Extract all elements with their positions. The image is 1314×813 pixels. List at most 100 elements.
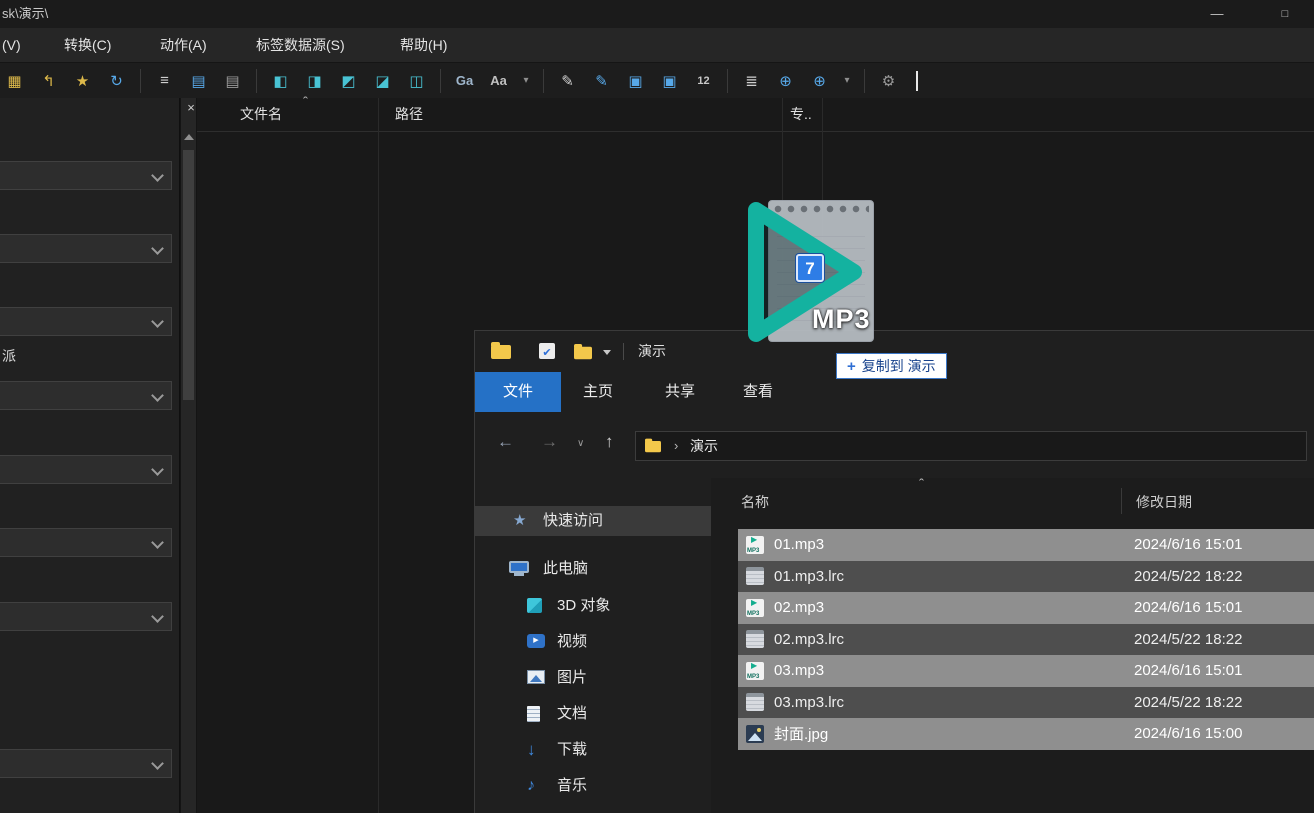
tag-field-title[interactable]	[0, 161, 172, 190]
options-wrench-icon[interactable]: ⚙	[876, 68, 901, 93]
forward-icon[interactable]: →	[541, 432, 558, 452]
column-name[interactable]: 名称	[741, 492, 769, 512]
column-date[interactable]: 修改日期	[1136, 492, 1192, 512]
print-alt-button[interactable]: ▤	[220, 68, 245, 93]
tag-swap-button[interactable]: ◫	[404, 68, 429, 93]
tag-field-extra[interactable]	[0, 749, 172, 778]
breadcrumb[interactable]: 演示	[690, 432, 718, 460]
file-name: 03.mp3	[774, 662, 824, 679]
address-bar[interactable]: › 演示	[635, 431, 1307, 461]
edit-filename-button[interactable]: ✎	[589, 68, 614, 93]
picture-icon	[527, 670, 545, 684]
image-file-icon	[746, 725, 764, 743]
tag-panel-scrollbar[interactable]	[181, 98, 196, 813]
file-date: 2024/5/22 18:22	[1134, 568, 1242, 585]
menu-view[interactable]: (V)	[2, 28, 21, 62]
field-paste-button[interactable]: ▣	[657, 68, 682, 93]
tag-field-artist[interactable]	[0, 234, 172, 263]
save-tag-button[interactable]: ▦	[2, 68, 27, 93]
case-dropdown-icon[interactable]: ▾	[520, 68, 532, 93]
chevron-down-icon	[151, 389, 164, 402]
remove-tag-button[interactable]: ↰	[36, 68, 61, 93]
file-row[interactable]: 02.mp3 2024/6/16 15:01	[738, 592, 1314, 624]
sidebar-item-music[interactable]: 音乐	[475, 771, 711, 801]
sidebar-item-downloads[interactable]: 下载	[475, 735, 711, 765]
chevron-down-icon	[151, 169, 164, 182]
tag-cut-button[interactable]: ◧	[268, 68, 293, 93]
tab-file[interactable]: 文件	[475, 372, 561, 412]
refresh-icon[interactable]: ↻	[104, 68, 129, 93]
sidebar-item-videos[interactable]: 视频	[475, 627, 711, 657]
tag-merge-button[interactable]: ◪	[370, 68, 395, 93]
tag-field-genre[interactable]	[0, 381, 172, 410]
column-path[interactable]: 路径	[395, 98, 423, 131]
text-cursor-bar	[916, 71, 918, 91]
up-icon[interactable]: ↑	[605, 432, 614, 452]
tag-field-album[interactable]	[0, 307, 172, 336]
web-dropdown-icon[interactable]: ▾	[841, 68, 853, 93]
file-name: 01.mp3	[774, 536, 824, 553]
scrollbar-thumb[interactable]	[183, 150, 194, 400]
web-source-button[interactable]: ⊕	[773, 68, 798, 93]
tag-field-track[interactable]	[0, 528, 172, 557]
tab-share[interactable]: 共享	[645, 372, 715, 412]
menu-tag-sources[interactable]: 标签数据源(S)	[256, 28, 345, 62]
autonumber-button[interactable]: 12	[691, 68, 716, 93]
file-row[interactable]: 03.mp3 2024/6/16 15:01	[738, 655, 1314, 687]
sidebar-item-3d-objects[interactable]: 3D 对象	[475, 591, 711, 621]
history-caret-icon[interactable]: ∨	[577, 438, 584, 449]
sidebar-item-quick-access[interactable]: 快速访问	[475, 506, 711, 536]
file-row[interactable]: 02.mp3.lrc 2024/5/22 18:22	[738, 624, 1314, 656]
scroll-up-icon[interactable]	[184, 134, 194, 140]
document-icon	[527, 706, 540, 722]
convert-case-aa-button[interactable]: Aa	[486, 68, 511, 93]
sidebar-item-this-pc[interactable]: 此电脑	[475, 554, 711, 584]
menu-help[interactable]: 帮助(H)	[400, 28, 447, 62]
file-row[interactable]: 封面.jpg 2024/6/16 15:00	[738, 718, 1314, 750]
column-album[interactable]: 专..	[790, 98, 812, 131]
file-name: 01.mp3.lrc	[774, 568, 844, 585]
convert-case-ga-button[interactable]: Ga	[452, 68, 477, 93]
folder-icon	[491, 345, 511, 359]
minimize-button[interactable]: —	[1194, 0, 1240, 28]
qat-dropdown-icon[interactable]	[603, 350, 611, 355]
file-row[interactable]: 03.mp3.lrc 2024/5/22 18:22	[738, 687, 1314, 719]
tag-copy-button[interactable]: ◨	[302, 68, 327, 93]
toolbar-separator	[140, 69, 141, 93]
minimize-icon: —	[1211, 6, 1224, 21]
close-icon[interactable]: ×	[183, 100, 199, 116]
print-button[interactable]: ▤	[186, 68, 211, 93]
sidebar-item-label: 文档	[557, 699, 587, 729]
web-source-alt-button[interactable]: ⊕	[807, 68, 832, 93]
window-title: sk\演示\	[2, 0, 48, 28]
menu-actions[interactable]: 动作(A)	[160, 28, 207, 62]
tag-field-year[interactable]	[0, 455, 172, 484]
file-name: 封面.jpg	[774, 723, 828, 744]
maximize-button[interactable]: □	[1262, 0, 1308, 28]
column-divider[interactable]	[1121, 488, 1122, 514]
view-list-button[interactable]: ≡	[152, 68, 177, 93]
toolbar-separator	[727, 69, 728, 93]
screen: sk\演示\ — □ (V) 转换(C) 动作(A) 标签数据源(S) 帮助(H…	[0, 0, 1314, 813]
equalizer-button[interactable]: ≣	[739, 68, 764, 93]
lrc-file-icon	[746, 567, 764, 585]
file-row[interactable]: 01.mp3 2024/6/16 15:01	[738, 529, 1314, 561]
tab-home[interactable]: 主页	[563, 372, 633, 412]
tag-paste-button[interactable]: ◩	[336, 68, 361, 93]
column-filename[interactable]: 文件名	[240, 98, 282, 131]
menu-convert[interactable]: 转换(C)	[64, 28, 111, 62]
edit-tag-button[interactable]: ✎	[555, 68, 580, 93]
back-icon[interactable]: ←	[497, 432, 514, 452]
tab-view[interactable]: 查看	[725, 372, 791, 412]
sidebar-item-documents[interactable]: 文档	[475, 699, 711, 729]
qat-folder-icon[interactable]	[574, 347, 592, 360]
file-row[interactable]: 01.mp3.lrc 2024/5/22 18:22	[738, 561, 1314, 593]
field-copy-button[interactable]: ▣	[623, 68, 648, 93]
toolbar: ▦ ↰ ★ ↻ ≡ ▤ ▤ ◧ ◨ ◩ ◪ ◫ Ga Aa ▾ ✎ ✎ ▣ ▣ …	[0, 62, 1314, 98]
sidebar-item-partial[interactable]	[475, 807, 711, 813]
sidebar-item-pictures[interactable]: 图片	[475, 663, 711, 693]
favorites-star-icon[interactable]: ★	[70, 68, 95, 93]
qat-check-icon[interactable]	[539, 343, 555, 359]
file-date: 2024/5/22 18:22	[1134, 694, 1242, 711]
tag-field-comment[interactable]	[0, 602, 172, 631]
